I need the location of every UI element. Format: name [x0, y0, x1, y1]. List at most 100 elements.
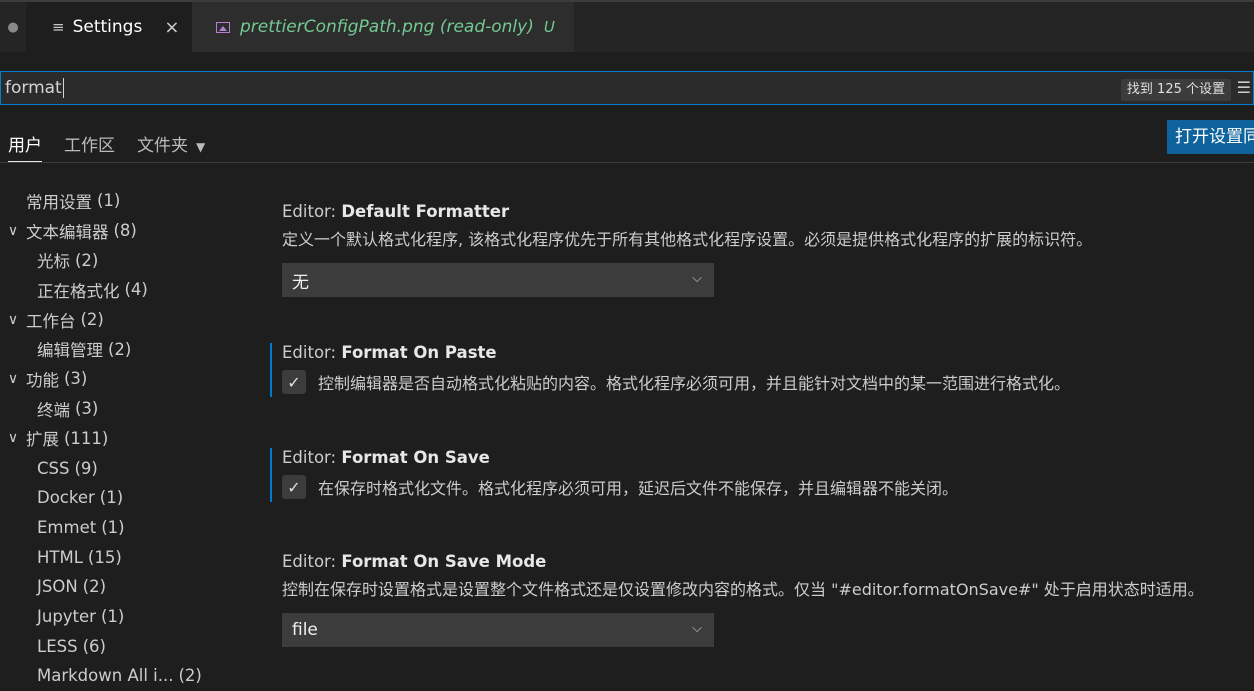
toc-item[interactable]: CSS (9)	[0, 453, 250, 483]
toc-item[interactable]: Emmet (1)	[0, 513, 250, 543]
text-caret	[62, 78, 64, 98]
setting-format-on-save: Editor: Format On Save ✓ 在保存时格式化文件。格式化程序…	[270, 448, 1254, 502]
toc-item[interactable]: Jupyter (1)	[0, 602, 250, 632]
setting-checkbox-row: ✓ 在保存时格式化文件。格式化程序必须可用，延迟后文件不能保存，并且编辑器不能关…	[282, 475, 1254, 499]
chevron-down-icon: ⌵	[692, 621, 702, 636]
setting-name: Format On Save	[341, 448, 490, 467]
search-input[interactable]: format	[1, 78, 64, 98]
toc-count: (2)	[80, 310, 104, 330]
toc-count: (2)	[108, 339, 132, 359]
setting-category: Editor:	[282, 448, 342, 467]
setting-name: Format On Save Mode	[341, 552, 547, 571]
toc-count: (8)	[113, 221, 137, 241]
chevron-down-icon[interactable]: ∨	[0, 312, 26, 328]
toc-item[interactable]: ∨ 文本编辑器 (8)	[0, 216, 250, 246]
setting-format-on-save-mode: Editor: Format On Save Mode 控制在保存时设置格式是设…	[270, 552, 1254, 647]
toc-count: (2)	[75, 250, 99, 270]
chevron-down-icon[interactable]: ∨	[0, 371, 26, 387]
chevron-down-icon: ⌵	[692, 271, 702, 286]
toc-count: (2)	[178, 666, 202, 686]
setting-name: Default Formatter	[341, 202, 510, 221]
result-count-badge: 找到 125 个设置	[1120, 79, 1231, 101]
setting-description: 定义一个默认格式化程序, 该格式化程序优先于所有其他格式化程序设置。必须是提供格…	[282, 230, 1093, 249]
tab-user[interactable]: 用户	[8, 120, 42, 162]
toc-item[interactable]: ∨ 工作台 (2)	[0, 305, 250, 335]
settings-scope-tabs: 用户 工作区 文件夹 ▼ 打开设置同	[0, 120, 1254, 163]
settings-search-box[interactable]: format 找到 125 个设置 ☰	[0, 71, 1254, 105]
setting-description: 控制编辑器是否自动格式化粘贴的内容。格式化程序必须可用，并且能针对文档中的某一范…	[318, 374, 1071, 393]
toc-label: Docker	[37, 488, 95, 508]
toc-item[interactable]: ∨ 功能 (3)	[0, 364, 250, 394]
toc-label: 光标	[37, 252, 70, 272]
setting-title: Editor: Format On Paste	[282, 343, 1254, 362]
tab-settings[interactable]: ≡ Settings ×	[26, 2, 192, 52]
toc-item[interactable]: 编辑管理 (2)	[0, 334, 250, 364]
settings-toc: 常用设置 (1) ∨ 文本编辑器 (8) 光标 (2) 正在格式化 (4) ∨ 工作台 (2)…	[0, 186, 250, 691]
modified-indicator	[270, 343, 272, 397]
editor-tab-bar: ● ≡ Settings × prettierConfigPath.png (r…	[0, 0, 1254, 52]
format-on-save-mode-select[interactable]: file ⌵	[282, 613, 714, 647]
select-value: 无	[292, 272, 309, 293]
toc-label: 终端	[37, 400, 70, 420]
filter-icon[interactable]: ☰	[1237, 78, 1251, 97]
toc-item[interactable]: 常用设置 (1)	[0, 186, 250, 216]
close-icon[interactable]: ×	[164, 17, 179, 38]
setting-checkbox-row: ✓ 控制编辑器是否自动格式化粘贴的内容。格式化程序必须可用，并且能针对文档中的某…	[282, 370, 1254, 394]
setting-category: Editor:	[282, 343, 342, 362]
setting-category: Editor:	[282, 552, 342, 571]
setting-title: Editor: Default Formatter	[282, 202, 1254, 221]
toc-label: 扩展	[26, 430, 59, 450]
select-value: file	[292, 620, 318, 640]
toc-item[interactable]: LESS (6)	[0, 631, 250, 661]
setting-category: Editor:	[282, 202, 342, 221]
setting-format-on-paste: Editor: Format On Paste ✓ 控制编辑器是否自动格式化粘贴…	[270, 343, 1254, 397]
toc-label: 工作台	[26, 311, 76, 331]
default-formatter-select[interactable]: 无 ⌵	[282, 263, 714, 297]
toc-item[interactable]: Docker (1)	[0, 483, 250, 513]
dirty-dot-icon: ●	[7, 19, 19, 35]
chevron-down-icon[interactable]: ∨	[0, 223, 26, 239]
format-on-save-checkbox[interactable]: ✓	[282, 475, 306, 499]
setting-title: Editor: Format On Save	[282, 448, 1254, 467]
toc-item[interactable]: JSON (2)	[0, 572, 250, 602]
toc-label: HTML	[37, 547, 83, 567]
toc-label: Markdown All i...	[37, 666, 174, 686]
toc-count: (9)	[74, 458, 98, 478]
tab-folder[interactable]: 文件夹 ▼	[137, 120, 205, 162]
tab-settings-label: Settings	[72, 17, 143, 37]
toc-item[interactable]: Markdown All i... (2)	[0, 661, 250, 691]
setting-description: 在保存时格式化文件。格式化程序必须可用，延迟后文件不能保存，并且编辑器不能关闭。	[318, 479, 959, 498]
toc-count: (3)	[64, 369, 88, 389]
toc-count: (3)	[75, 399, 99, 419]
setting-description: 控制在保存时设置格式是设置整个文件格式还是仅设置修改内容的格式。仅当 "#edi…	[282, 580, 1204, 599]
toc-count: (1)	[99, 488, 124, 508]
toc-label: 功能	[26, 370, 59, 390]
toc-item[interactable]: ∨ 扩展 (111)	[0, 424, 250, 454]
toc-count: (6)	[82, 636, 106, 656]
chevron-down-icon[interactable]: ∨	[0, 430, 26, 446]
toc-item[interactable]: HTML (15)	[0, 542, 250, 572]
toc-label: 正在格式化	[37, 281, 120, 301]
toc-item[interactable]: 终端 (3)	[0, 394, 250, 424]
toc-label: JSON	[37, 577, 78, 597]
toc-count: (111)	[64, 428, 109, 448]
format-on-paste-checkbox[interactable]: ✓	[282, 370, 306, 394]
modified-indicator	[270, 448, 272, 502]
toc-count: (1)	[97, 191, 121, 211]
toc-item[interactable]: 光标 (2)	[0, 245, 250, 275]
setting-name: Format On Paste	[341, 343, 497, 362]
tab-workspace[interactable]: 工作区	[64, 120, 115, 162]
toc-count: (4)	[124, 280, 148, 300]
tab-image-label: prettierConfigPath.png (read-only)	[240, 17, 534, 37]
chevron-down-icon: ▼	[196, 140, 206, 154]
git-status-badge: U	[543, 18, 555, 36]
open-settings-sync-button[interactable]: 打开设置同	[1167, 120, 1254, 154]
tab-image-file[interactable]: prettierConfigPath.png (read-only) U	[192, 2, 574, 52]
settings-editor-icon: ≡	[52, 18, 65, 36]
toc-count: (1)	[101, 517, 125, 537]
tab-folder-label: 文件夹	[137, 136, 188, 156]
toc-count: (1)	[100, 606, 125, 626]
toc-item[interactable]: 正在格式化 (4)	[0, 275, 250, 305]
toc-label: Emmet	[37, 517, 97, 537]
toc-label: 编辑管理	[37, 341, 103, 361]
